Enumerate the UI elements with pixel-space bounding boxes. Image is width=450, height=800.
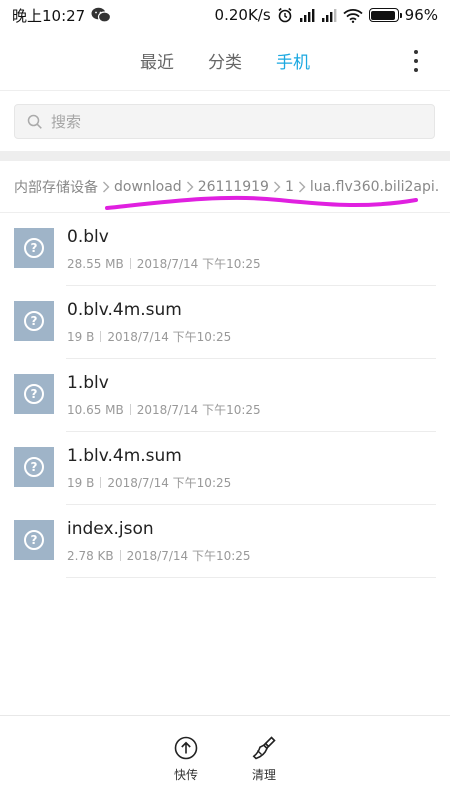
- chevron-right-icon: [273, 181, 281, 193]
- file-meta: 19 B 2018/7/14 下午10:25: [67, 474, 231, 491]
- status-bar: 晚上10:27 0.20K/s 96%: [0, 0, 450, 30]
- file-row[interactable]: ? 0.blv.4m.sum 19 B 2018/7/14 下午10:25: [0, 286, 450, 359]
- broom-icon: [252, 736, 276, 760]
- search-box[interactable]: [14, 104, 435, 139]
- search-input[interactable]: [51, 112, 434, 131]
- clean-label: 清理: [251, 768, 276, 782]
- file-name: 0.blv: [67, 227, 109, 247]
- file-meta: 19 B 2018/7/14 下午10:25: [67, 328, 231, 345]
- wifi-icon: [343, 8, 363, 23]
- unknown-file-icon: ?: [14, 301, 54, 341]
- file-row[interactable]: ? 0.blv 28.55 MB 2018/7/14 下午10:25: [0, 213, 450, 286]
- tab-phone[interactable]: 手机: [259, 48, 327, 73]
- unknown-file-icon: ?: [14, 447, 54, 487]
- breadcrumb-root[interactable]: 内部存储设备: [14, 177, 98, 197]
- upload-circle-icon: [174, 736, 198, 760]
- file-date: 2018/7/14 下午10:25: [107, 330, 232, 344]
- breadcrumb: 内部存储设备 download 26111919 1 lua.flv360.bi…: [0, 170, 450, 204]
- file-list: ? 0.blv 28.55 MB 2018/7/14 下午10:25 ? 0.b…: [0, 213, 450, 578]
- file-date: 2018/7/14 下午10:25: [136, 403, 261, 417]
- bottom-bar: 快传 清理: [0, 716, 450, 800]
- battery-percent: 96%: [404, 6, 438, 24]
- top-tabs: 最近 分类 手机: [0, 30, 450, 90]
- file-size: 2.78 KB: [67, 548, 114, 563]
- breadcrumb-current[interactable]: lua.flv360.bili2api.: [310, 179, 439, 195]
- file-name: 1.blv: [67, 373, 109, 393]
- breadcrumb-folder-1[interactable]: 1: [285, 179, 294, 195]
- file-size: 28.55 MB: [67, 256, 124, 271]
- battery-fill: [371, 10, 396, 20]
- battery-icon: [368, 8, 402, 22]
- file-meta: 10.65 MB 2018/7/14 下午10:25: [67, 401, 261, 418]
- signal-icon-1: [299, 9, 315, 22]
- file-row[interactable]: ? 1.blv 10.65 MB 2018/7/14 下午10:25: [0, 359, 450, 432]
- file-name: 0.blv.4m.sum: [67, 300, 182, 320]
- section-gap: [0, 151, 450, 161]
- more-menu-icon[interactable]: [406, 50, 426, 72]
- wechat-icon: [91, 7, 112, 23]
- file-date: 2018/7/14 下午10:25: [136, 257, 261, 271]
- chevron-right-icon: [186, 181, 194, 193]
- status-right: 0.20K/s 96%: [215, 6, 438, 24]
- status-left: 晚上10:27: [12, 5, 112, 26]
- file-date: 2018/7/14 下午10:25: [107, 476, 232, 490]
- clean-button[interactable]: 清理: [239, 736, 289, 783]
- breadcrumb-download[interactable]: download: [114, 179, 182, 195]
- unknown-file-icon: ?: [14, 520, 54, 560]
- file-name: 1.blv.4m.sum: [67, 446, 182, 466]
- tab-category[interactable]: 分类: [191, 48, 259, 73]
- status-time: 晚上10:27: [12, 6, 86, 25]
- file-meta: 28.55 MB 2018/7/14 下午10:25: [67, 255, 261, 272]
- search-icon: [27, 114, 42, 129]
- unknown-file-icon: ?: [14, 228, 54, 268]
- unknown-file-icon: ?: [14, 374, 54, 414]
- network-speed: 0.20K/s: [214, 6, 271, 24]
- share-button[interactable]: 快传: [161, 736, 211, 783]
- tabs-divider: [0, 90, 450, 91]
- share-label: 快传: [173, 768, 198, 782]
- file-size: 10.65 MB: [67, 402, 124, 417]
- alarm-icon: [278, 7, 292, 23]
- signal-icon-2: [321, 9, 337, 22]
- breadcrumb-folder-id[interactable]: 26111919: [198, 179, 269, 195]
- file-size: 19 B: [67, 329, 95, 344]
- file-date: 2018/7/14 下午10:25: [126, 549, 251, 563]
- file-meta: 2.78 KB 2018/7/14 下午10:25: [67, 547, 251, 564]
- file-name: index.json: [67, 519, 154, 539]
- file-row[interactable]: ? 1.blv.4m.sum 19 B 2018/7/14 下午10:25: [0, 432, 450, 505]
- file-row[interactable]: ? index.json 2.78 KB 2018/7/14 下午10:25: [0, 505, 450, 578]
- chevron-right-icon: [102, 181, 110, 193]
- chevron-right-icon: [298, 181, 306, 193]
- file-size: 19 B: [67, 475, 95, 490]
- tab-recent[interactable]: 最近: [123, 48, 191, 73]
